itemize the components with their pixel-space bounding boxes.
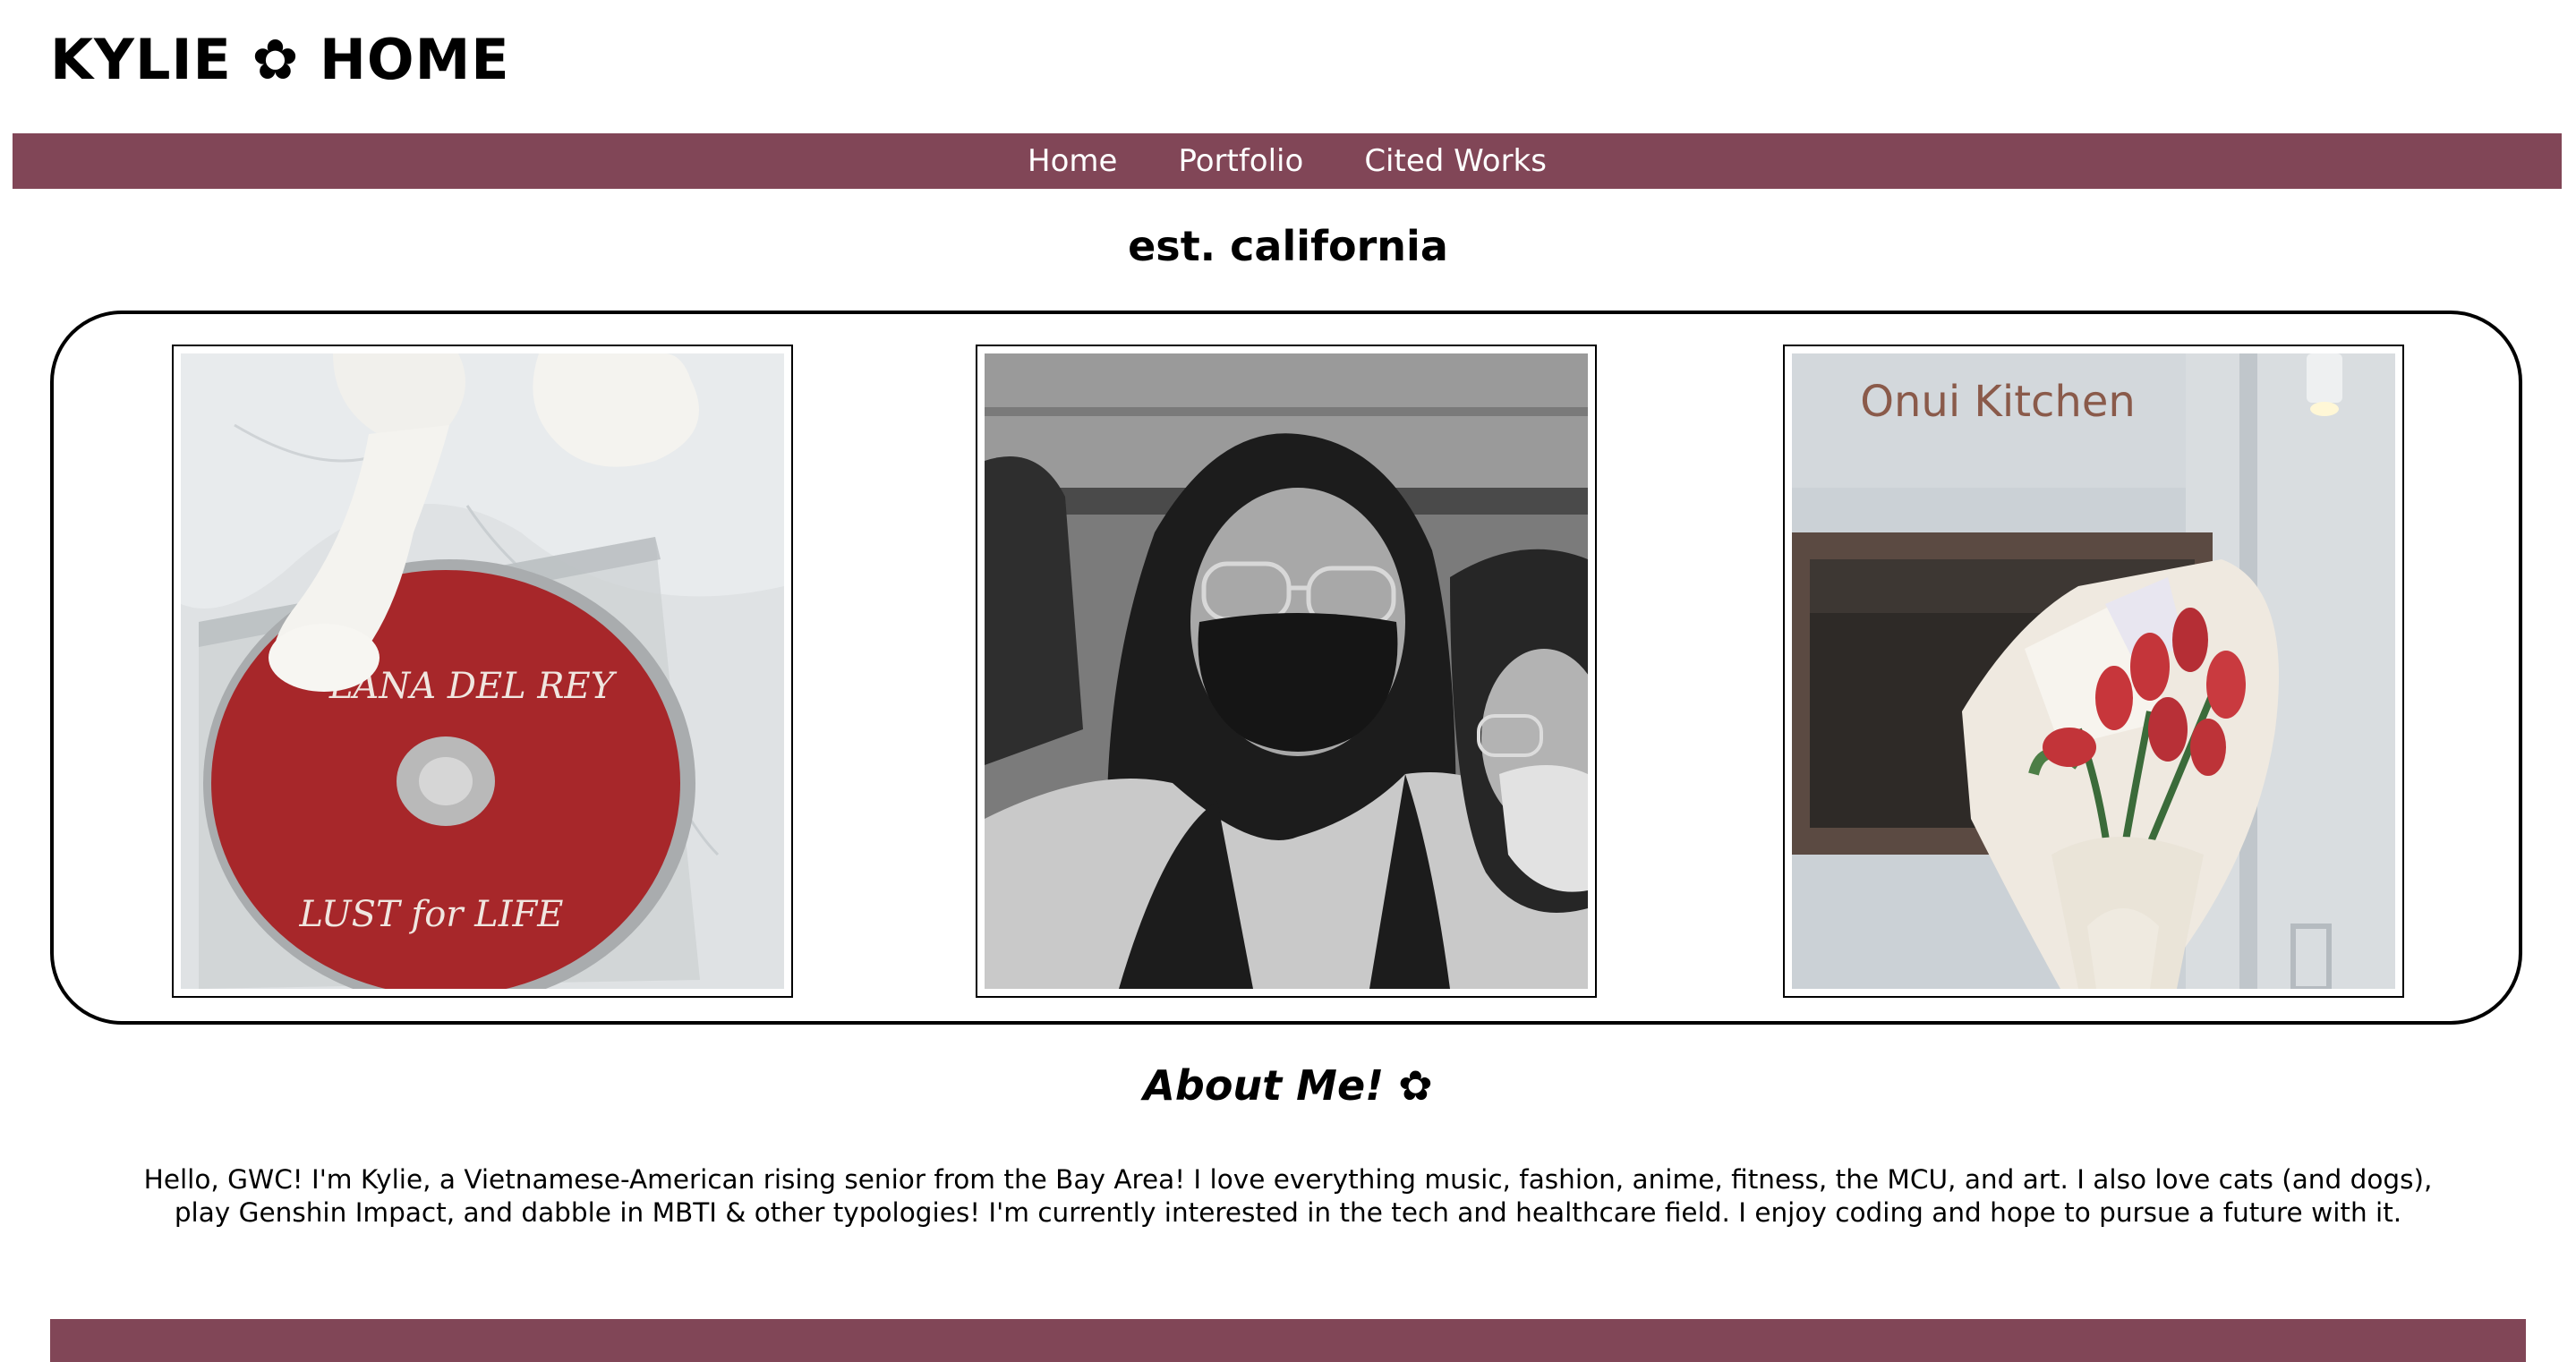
about-heading: About Me! ✿ [1143,1061,1433,1110]
main-navbar: Home Portfolio Cited Works [13,133,2562,189]
tulip-bouquet-photo: Onui Kitchen [1792,353,2395,989]
restaurant-sign-text: Onui Kitchen [1860,377,2136,427]
photo-frame-tulips: Onui Kitchen [1783,345,2404,998]
nav-cited-works-link[interactable]: Cited Works [1364,143,1547,179]
nav-home-link[interactable]: Home [1028,143,1117,179]
photo-frame-selfie [976,345,1597,998]
footer-bar [50,1319,2526,1362]
disc-album-text: LUST for LIFE [299,894,564,935]
tagline: est. california [1128,222,1448,270]
nav-portfolio-link[interactable]: Portfolio [1178,143,1303,179]
photo-gallery: LANA DEL REY LUST for LIFE Onui Kitchen [50,311,2522,1025]
site-title: KYLIE ✿ HOME [50,27,510,92]
cd-cat-photo: LANA DEL REY LUST for LIFE [181,353,784,989]
selfie-photo [985,353,1588,989]
photo-frame-cd: LANA DEL REY LUST for LIFE [172,345,793,998]
about-text: Hello, GWC! I'm Kylie, a Vietnamese-Amer… [143,1164,2433,1228]
